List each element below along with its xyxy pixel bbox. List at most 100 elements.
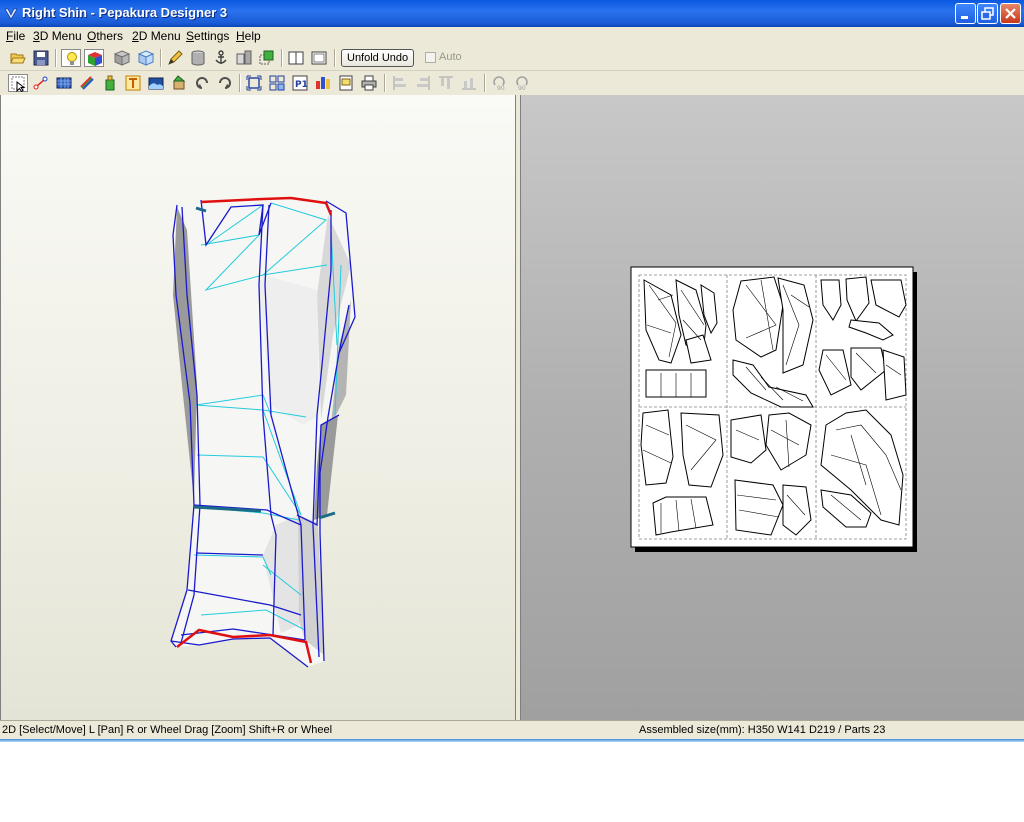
- rotate-left-icon: [196, 77, 208, 89]
- colored-cube-icon: [88, 52, 102, 66]
- menu-help[interactable]: Help: [236, 29, 261, 43]
- grid-button[interactable]: [54, 74, 74, 92]
- page-layout-button[interactable]: [313, 74, 333, 92]
- rotate-right-icon: [219, 77, 231, 89]
- status-hint: 2D [Select/Move] L [Pan] R or Wheel Drag…: [2, 724, 333, 736]
- taskbar-edge: [0, 739, 1024, 742]
- anchor-button[interactable]: [211, 49, 231, 67]
- auto-checkbox[interactable]: [425, 52, 436, 63]
- align-top-icon: [439, 76, 453, 89]
- menu-file[interactable]: File: [6, 29, 25, 43]
- color-part-button[interactable]: [257, 49, 277, 67]
- window-icon: [311, 51, 327, 65]
- menu-others[interactable]: Others: [87, 29, 123, 43]
- auto-label: Auto: [439, 51, 462, 63]
- window-split-icon: [288, 51, 304, 65]
- rotate-90-right-button[interactable]: 90: [512, 74, 532, 92]
- close-button[interactable]: [1000, 3, 1021, 24]
- align-right-button[interactable]: [413, 74, 433, 92]
- landscape-image-icon: [148, 77, 164, 90]
- close-icon: [1005, 8, 1016, 19]
- rotate-left-button[interactable]: [192, 74, 212, 92]
- node-edit-icon: [33, 76, 48, 90]
- rotate-90-left-button[interactable]: 90: [489, 74, 509, 92]
- text-button[interactable]: [123, 74, 143, 92]
- svg-text:P1: P1: [295, 80, 308, 90]
- rotate-right-button[interactable]: [215, 74, 235, 92]
- pepakura-app-icon: [4, 8, 18, 20]
- scale-boxes-icon: [236, 50, 252, 65]
- show-edges-button[interactable]: [136, 49, 156, 67]
- lightbulb-icon: [67, 52, 77, 65]
- align-left-icon: [393, 76, 406, 90]
- texture-toggle-button[interactable]: [84, 49, 104, 67]
- blue-cube-icon: [138, 50, 154, 66]
- minimize-icon: [961, 16, 968, 19]
- 3d-shin-model: [170, 196, 356, 668]
- edit-edge-button[interactable]: [165, 49, 185, 67]
- menu-bar: File 3D Menu Others 2D Menu Settings Hel…: [0, 27, 1024, 47]
- 3d-view-pane[interactable]: [0, 95, 516, 720]
- fit-frame-icon: [246, 75, 262, 91]
- split-view-button[interactable]: [286, 49, 306, 67]
- green-box-icon: [259, 50, 274, 65]
- svg-text:90: 90: [518, 85, 526, 91]
- printer-icon: [361, 75, 377, 91]
- 2d-view-pane[interactable]: [520, 95, 1024, 720]
- save-button[interactable]: [31, 49, 51, 67]
- select-move-button[interactable]: [8, 74, 28, 92]
- show-faces-button[interactable]: [112, 49, 132, 67]
- arrange-parts-icon: [269, 75, 285, 91]
- page-number-icon: P1: [292, 75, 308, 91]
- arrange-parts-button[interactable]: [267, 74, 287, 92]
- glue-button[interactable]: [100, 74, 120, 92]
- cylinder-icon: [191, 50, 205, 66]
- status-bar: 2D [Select/Move] L [Pan] R or Wheel Drag…: [0, 720, 1024, 739]
- blue-grid-icon: [56, 77, 72, 89]
- anchor-icon: [215, 50, 227, 64]
- box-flap-icon: [172, 75, 186, 90]
- align-right-icon: [417, 76, 430, 90]
- flap-button[interactable]: [188, 49, 208, 67]
- svg-text:90: 90: [497, 85, 505, 91]
- image-button[interactable]: [146, 74, 166, 92]
- scale-button[interactable]: [234, 49, 254, 67]
- title-bar[interactable]: Right Shin - Pepakura Designer 3: [0, 0, 1024, 27]
- main-toolbar: Unfold Undo Auto: [0, 46, 1024, 71]
- print-button[interactable]: [359, 74, 379, 92]
- unfold-undo-button[interactable]: Unfold Undo: [341, 49, 415, 67]
- menu-settings[interactable]: Settings: [186, 29, 229, 43]
- 2d-unfolded-pattern: [630, 266, 917, 552]
- align-top-button[interactable]: [436, 74, 456, 92]
- rotate-90-right-icon: 90: [516, 76, 528, 91]
- glue-bottle-icon: [105, 75, 115, 91]
- align-bottom-icon: [462, 78, 476, 90]
- print-preview-button[interactable]: [336, 74, 356, 92]
- open-button[interactable]: [8, 49, 28, 67]
- gray-cube-icon: [114, 50, 130, 66]
- page-number-button[interactable]: P1: [290, 74, 310, 92]
- folder-open-icon: [10, 53, 26, 64]
- menu-2d[interactable]: 2D Menu: [132, 29, 181, 43]
- cursor-arrow-icon: [11, 76, 26, 92]
- align-bottom-button[interactable]: [459, 74, 479, 92]
- print-preview-icon: [339, 75, 353, 91]
- single-view-button[interactable]: [309, 49, 329, 67]
- window-title: Right Shin - Pepakura Designer 3: [22, 5, 228, 20]
- text-tool-icon: [125, 75, 141, 91]
- fit-page-button[interactable]: [244, 74, 264, 92]
- edit-vertex-button[interactable]: [31, 74, 51, 92]
- status-assembled-size: Assembled size(mm): H350 W141 D219 / Par…: [639, 724, 886, 736]
- rotate-90-left-icon: 90: [493, 76, 505, 91]
- join-edge-button[interactable]: [77, 74, 97, 92]
- multicolor-pencils-icon: [80, 76, 94, 90]
- flap-edit-button[interactable]: [169, 74, 189, 92]
- restore-button[interactable]: [977, 3, 998, 24]
- restore-icon: [981, 7, 994, 20]
- align-left-button[interactable]: [390, 74, 410, 92]
- minimize-button[interactable]: [955, 3, 976, 24]
- pencil-icon: [168, 50, 183, 65]
- menu-3d[interactable]: 3D Menu: [33, 29, 82, 43]
- light-toggle-button[interactable]: [61, 49, 81, 67]
- edit-toolbar: P1 90 90: [0, 71, 1024, 95]
